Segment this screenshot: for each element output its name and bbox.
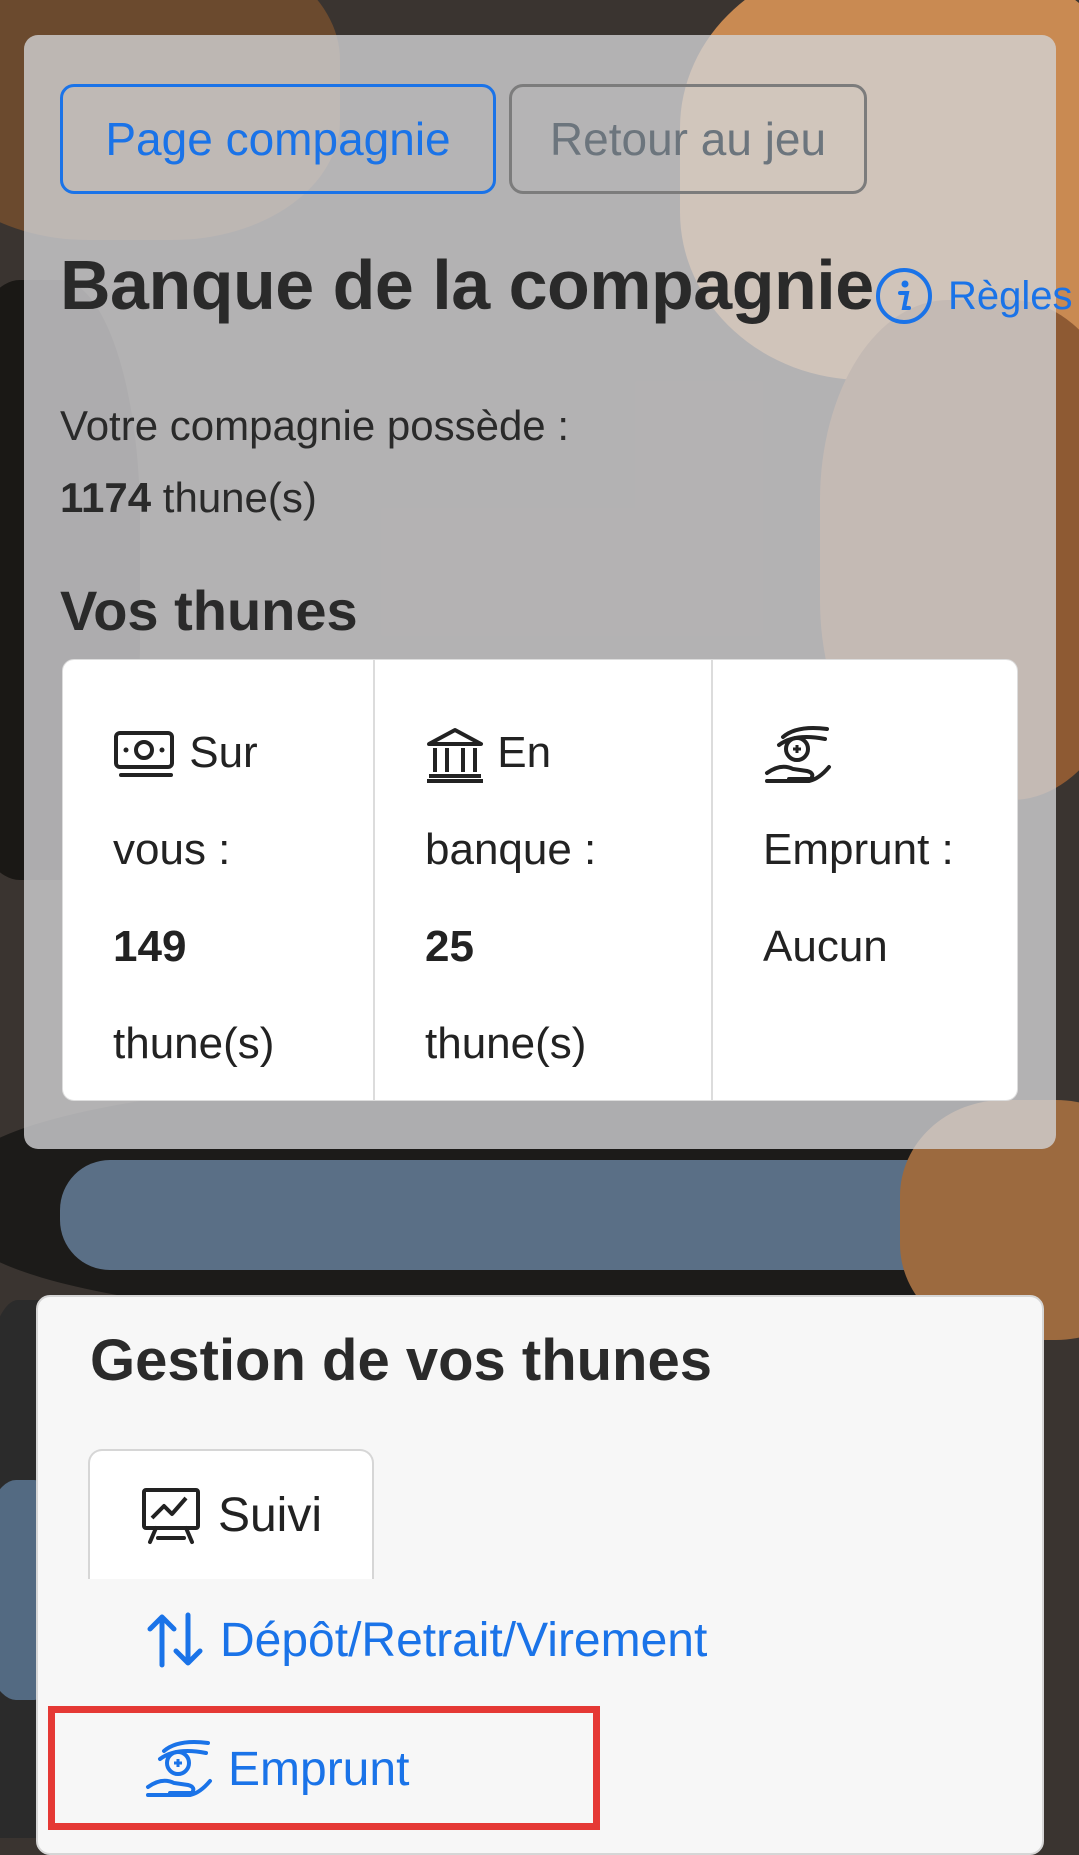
management-title: Gestion de vos thunes <box>90 1328 712 1393</box>
card-on-you: Sur vous : 149 thune(s) <box>63 660 373 1100</box>
page-title: Banque de la compagnie <box>60 246 874 324</box>
card-loan-label: Emprunt : <box>763 825 954 874</box>
tab-depot-retrait-virement[interactable]: Dépôt/Retrait/Virement <box>144 1609 707 1671</box>
loan-hand-icon <box>146 1740 212 1797</box>
card-loan-value: Aucun <box>763 922 888 971</box>
company-balance-amount: 1174 <box>60 474 152 521</box>
company-balance-unit: thune(s) <box>162 474 317 521</box>
loan-hand-icon <box>765 726 831 784</box>
company-balance: Votre compagnie possède : 1174 thune(s) <box>60 390 569 534</box>
tab-suivi[interactable]: Suivi <box>88 1449 374 1579</box>
tab-emprunt[interactable]: Emprunt <box>144 1737 409 1801</box>
card-in-bank: En banque : 25 thune(s) <box>373 660 711 1100</box>
tab-suivi-label: Suivi <box>217 1488 323 1542</box>
card-on-you-label2: vous : <box>113 825 231 874</box>
company-page-button[interactable]: Page compagnie <box>60 84 496 194</box>
card-on-you-amount: 149 <box>113 922 187 971</box>
card-in-bank-amount: 25 <box>425 922 474 971</box>
money-cards: Sur vous : 149 thune(s) En banque : 25 t… <box>62 659 1018 1101</box>
tab-depot-label: Dépôt/Retrait/Virement <box>220 1613 708 1667</box>
money-section-title: Vos thunes <box>60 579 358 642</box>
card-in-bank-label1: En <box>497 728 552 777</box>
rules-link[interactable]: Règles <box>874 266 1073 326</box>
info-icon <box>876 268 932 324</box>
chart-presentation-icon <box>141 1488 200 1544</box>
card-on-you-unit: thune(s) <box>113 1019 275 1068</box>
cash-icon <box>114 731 174 778</box>
card-in-bank-label2: banque : <box>425 825 597 874</box>
transfer-arrows-icon <box>147 1612 203 1668</box>
management-panel: Gestion de vos thunes Suivi Dépôt/Retrai… <box>36 1295 1044 1855</box>
card-on-you-label1: Sur <box>189 728 258 777</box>
card-in-bank-unit: thune(s) <box>425 1019 587 1068</box>
back-to-game-button[interactable]: Retour au jeu <box>509 84 867 194</box>
company-balance-label: Votre compagnie possède : <box>60 402 570 449</box>
bank-icon <box>427 728 483 784</box>
tab-emprunt-label: Emprunt <box>228 1742 410 1796</box>
rules-label: Règles <box>948 273 1073 318</box>
card-loan: Emprunt : Aucun <box>711 660 1017 1100</box>
